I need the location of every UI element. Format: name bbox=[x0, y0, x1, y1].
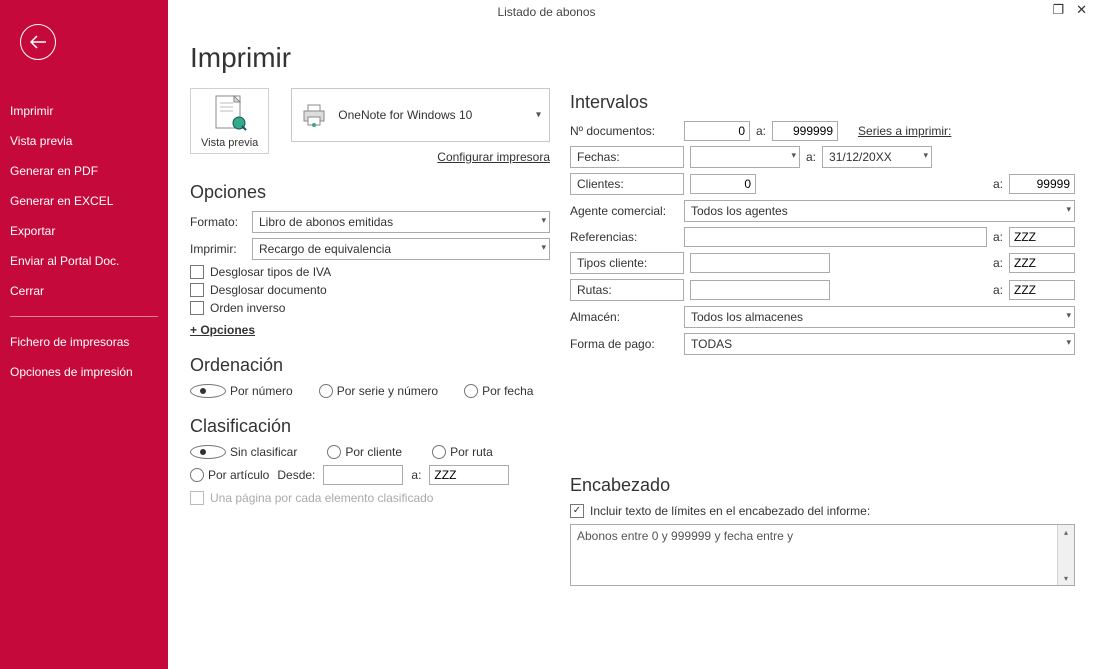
imprimir-label: Imprimir: bbox=[190, 242, 246, 256]
section-opciones: Opciones bbox=[190, 182, 550, 203]
series-link[interactable]: Series a imprimir: bbox=[858, 124, 951, 138]
almacen-select[interactable]: Todos los almacenes▾ bbox=[684, 306, 1075, 328]
sidebar-item-generar-pdf[interactable]: Generar en PDF bbox=[0, 156, 168, 186]
radio-por-ruta[interactable]: Por ruta bbox=[432, 445, 493, 459]
clientes-button[interactable]: Clientes: bbox=[570, 173, 684, 195]
section-encabezado: Encabezado bbox=[570, 475, 1075, 496]
scroll-down-icon[interactable]: ▾ bbox=[1058, 571, 1074, 585]
sidebar-item-fichero-impresoras[interactable]: Fichero de impresoras bbox=[0, 327, 168, 357]
sidebar: Imprimir Vista previa Generar en PDF Gen… bbox=[0, 0, 168, 669]
clasif-hasta-input[interactable] bbox=[429, 465, 509, 485]
ref-to-input[interactable] bbox=[1009, 227, 1075, 247]
clientes-from-input[interactable] bbox=[690, 174, 756, 194]
chk-incluir-texto[interactable] bbox=[570, 504, 584, 518]
scrollbar[interactable]: ▴ ▾ bbox=[1057, 525, 1074, 585]
tipos-to-input[interactable] bbox=[1009, 253, 1075, 273]
printer-name: OneNote for Windows 10 bbox=[338, 108, 472, 122]
sidebar-item-enviar-portal[interactable]: Enviar al Portal Doc. bbox=[0, 246, 168, 276]
sidebar-item-opciones-impresion[interactable]: Opciones de impresión bbox=[0, 357, 168, 387]
document-preview-icon bbox=[213, 95, 247, 135]
section-intervalos: Intervalos bbox=[570, 92, 1075, 113]
forma-label: Forma de pago: bbox=[570, 337, 678, 351]
back-button[interactable] bbox=[20, 24, 56, 60]
radio-por-numero[interactable]: Por número bbox=[190, 384, 293, 398]
imprimir-select[interactable]: Recargo de equivalencia▾ bbox=[252, 238, 550, 260]
window-close-icon[interactable]: ✕ bbox=[1076, 2, 1087, 18]
ndoc-from-input[interactable] bbox=[684, 121, 750, 141]
more-options-link[interactable]: + Opciones bbox=[190, 323, 255, 337]
ref-label: Referencias: bbox=[570, 230, 678, 244]
rutas-from-input[interactable] bbox=[690, 280, 830, 300]
radio-sin-clasificar[interactable]: Sin clasificar bbox=[190, 445, 297, 459]
radio-por-cliente[interactable]: Por cliente bbox=[327, 445, 402, 459]
sidebar-item-exportar[interactable]: Exportar bbox=[0, 216, 168, 246]
fecha-from-select[interactable]: ▾ bbox=[690, 146, 800, 168]
fecha-to-select[interactable]: 31/12/20XX▾ bbox=[822, 146, 932, 168]
ndoc-to-input[interactable] bbox=[772, 121, 838, 141]
almacen-label: Almacén: bbox=[570, 310, 678, 324]
agente-label: Agente comercial: bbox=[570, 204, 678, 218]
sidebar-item-generar-excel[interactable]: Generar en EXCEL bbox=[0, 186, 168, 216]
chk-una-pagina bbox=[190, 491, 204, 505]
chk-orden-inverso[interactable] bbox=[190, 301, 204, 315]
window-restore-icon[interactable]: ❐ bbox=[1052, 2, 1064, 18]
sidebar-item-imprimir[interactable]: Imprimir bbox=[0, 96, 168, 126]
encabezado-textarea[interactable]: Abonos entre 0 y 999999 y fecha entre y … bbox=[570, 524, 1075, 586]
section-ordenacion: Ordenación bbox=[190, 355, 550, 376]
configure-printer-link[interactable]: Configurar impresora bbox=[291, 150, 550, 164]
clientes-to-input[interactable] bbox=[1009, 174, 1075, 194]
chk-desglosar-doc[interactable] bbox=[190, 283, 204, 297]
preview-button[interactable]: Vista previa bbox=[190, 88, 269, 154]
chk-desglosar-iva[interactable] bbox=[190, 265, 204, 279]
radio-por-fecha[interactable]: Por fecha bbox=[464, 384, 533, 398]
tipos-from-input[interactable] bbox=[690, 253, 830, 273]
section-clasificacion: Clasificación bbox=[190, 416, 550, 437]
radio-por-articulo[interactable]: Por artículo bbox=[190, 468, 269, 482]
rutas-button[interactable]: Rutas: bbox=[570, 279, 684, 301]
ndoc-label: Nº documentos: bbox=[570, 124, 678, 138]
clasif-desde-input[interactable] bbox=[323, 465, 403, 485]
window-title: Listado de abonos bbox=[497, 5, 595, 19]
page-title: Imprimir bbox=[190, 42, 550, 74]
sidebar-item-cerrar[interactable]: Cerrar bbox=[0, 276, 168, 306]
sidebar-item-vista-previa[interactable]: Vista previa bbox=[0, 126, 168, 156]
formato-label: Formato: bbox=[190, 215, 246, 229]
agente-select[interactable]: Todos los agentes▾ bbox=[684, 200, 1075, 222]
printer-select[interactable]: OneNote for Windows 10 ▾ bbox=[291, 88, 550, 142]
printer-icon bbox=[300, 103, 328, 127]
fechas-button[interactable]: Fechas: bbox=[570, 146, 684, 168]
radio-por-serie[interactable]: Por serie y número bbox=[319, 384, 438, 398]
tipos-button[interactable]: Tipos cliente: bbox=[570, 252, 684, 274]
formato-select[interactable]: Libro de abonos emitidas▾ bbox=[252, 211, 550, 233]
chevron-down-icon: ▾ bbox=[536, 110, 541, 121]
rutas-to-input[interactable] bbox=[1009, 280, 1075, 300]
ref-from-input[interactable] bbox=[684, 227, 987, 247]
forma-select[interactable]: TODAS▾ bbox=[684, 333, 1075, 355]
scroll-up-icon[interactable]: ▴ bbox=[1058, 525, 1074, 539]
